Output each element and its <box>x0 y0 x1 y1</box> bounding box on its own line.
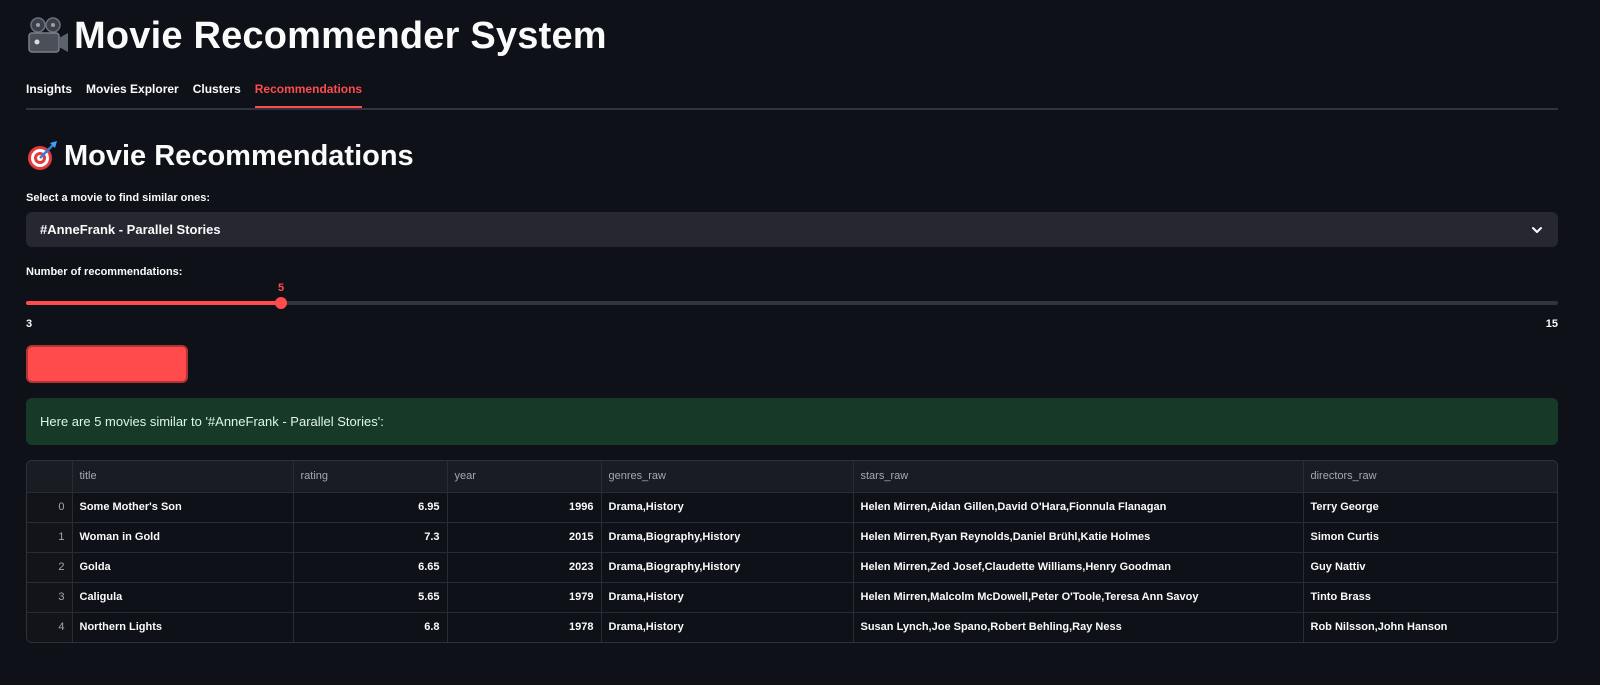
cell-year[interactable]: 1978 <box>447 612 602 642</box>
row-index-cell[interactable]: 0 <box>27 492 73 523</box>
cell-rating[interactable]: 6.8 <box>293 612 448 642</box>
column-header-stars-raw[interactable]: stars_raw <box>853 461 1304 493</box>
cell-title[interactable]: Northern Lights <box>72 612 294 642</box>
table-row[interactable]: 0 Some Mother's Son 6.95 1996 Drama,History H… <box>27 492 1557 523</box>
dart-target-icon <box>28 141 57 170</box>
cell-year[interactable]: 1996 <box>447 492 602 523</box>
cell-directors-raw[interactable]: Rob Nilsson,John Hanson <box>1303 612 1557 642</box>
section-title: Movie Recommendations <box>26 136 414 176</box>
table-row[interactable]: 2 Golda 6.65 2023 Drama,Biography,History Hel… <box>27 552 1557 583</box>
cell-genres-raw[interactable]: Drama,History <box>601 492 854 523</box>
tab-movies-explorer[interactable]: Movies Explorer <box>86 72 179 106</box>
column-header-index[interactable] <box>27 461 73 493</box>
cell-stars-raw[interactable]: Helen Mirren,Malcolm McDowell,Peter O'To… <box>853 582 1304 613</box>
row-index-cell[interactable]: 4 <box>27 612 73 642</box>
table-row[interactable]: 3 Caligula 5.65 1979 Drama,History Helen Mirr… <box>27 582 1557 613</box>
movie-select-value: #AnneFrank - Parallel Stories <box>40 222 221 237</box>
recommend-button[interactable] <box>26 345 188 383</box>
column-header-directors-raw[interactable]: directors_raw <box>1303 461 1557 493</box>
cell-genres-raw[interactable]: Drama,History <box>601 612 854 642</box>
column-header-title[interactable]: title <box>72 461 294 493</box>
slider-fill <box>26 301 281 305</box>
movie-select[interactable]: #AnneFrank - Parallel Stories <box>26 212 1558 247</box>
recommendations-table[interactable]: title rating year genres_raw stars_raw direct… <box>26 460 1558 643</box>
cell-year[interactable]: 1979 <box>447 582 602 613</box>
cell-rating[interactable]: 6.95 <box>293 492 448 523</box>
row-index-cell[interactable]: 2 <box>27 552 73 583</box>
success-message: Here are 5 movies similar to '#AnneFrank… <box>26 398 1558 445</box>
cell-year[interactable]: 2023 <box>447 552 602 583</box>
cell-rating[interactable]: 7.3 <box>293 522 448 553</box>
table-row[interactable]: 1 Woman in Gold 7.3 2015 Drama,Biography,His… <box>27 522 1557 553</box>
cell-directors-raw[interactable]: Guy Nattiv <box>1303 552 1557 583</box>
cell-directors-raw[interactable]: Terry George <box>1303 492 1557 523</box>
column-header-genres-raw[interactable]: genres_raw <box>601 461 854 493</box>
slider-track[interactable] <box>26 301 1558 305</box>
cell-rating[interactable]: 5.65 <box>293 582 448 613</box>
slider-min-label: 3 <box>26 318 33 330</box>
cell-stars-raw[interactable]: Susan Lynch,Joe Spano,Robert Behling,Ray… <box>853 612 1304 642</box>
cell-directors-raw[interactable]: Simon Curtis <box>1303 522 1557 553</box>
tab-recommendations[interactable]: Recommendations <box>254 72 363 108</box>
cell-genres-raw[interactable]: Drama,Biography,History <box>601 552 854 583</box>
success-message-text: Here are 5 movies similar to '#AnneFrank… <box>40 414 384 429</box>
chevron-down-icon <box>1532 226 1542 233</box>
app-title-text: Movie Recommender System <box>74 14 607 57</box>
cell-title[interactable]: Caligula <box>72 582 294 613</box>
tab-bar: Insights Movies Explorer Clusters Recomm… <box>26 72 1558 110</box>
cell-stars-raw[interactable]: Helen Mirren,Aidan Gillen,David O'Hara,F… <box>853 492 1304 523</box>
cell-title[interactable]: Woman in Gold <box>72 522 294 553</box>
cell-directors-raw[interactable]: Tinto Brass <box>1303 582 1557 613</box>
cell-stars-raw[interactable]: Helen Mirren,Ryan Reynolds,Daniel Brühl,… <box>853 522 1304 553</box>
table-body: 0 Some Mother's Son 6.95 1996 Drama,History H… <box>27 492 1557 642</box>
recommendations-slider[interactable]: 5 3 15 <box>26 280 1558 330</box>
cell-title[interactable]: Golda <box>72 552 294 583</box>
cell-genres-raw[interactable]: Drama,History <box>601 582 854 613</box>
table-header-row: title rating year genres_raw stars_raw direct… <box>27 461 1557 493</box>
slider-label: Number of recommendations: <box>26 266 183 278</box>
cell-stars-raw[interactable]: Helen Mirren,Zed Josef,Claudette William… <box>853 552 1304 583</box>
cell-title[interactable]: Some Mother's Son <box>72 492 294 523</box>
app-title: Movie Recommender System <box>26 10 607 62</box>
table-row[interactable]: 4 Northern Lights 6.8 1978 Drama,History Susa… <box>27 612 1557 642</box>
film-camera-icon <box>28 17 68 53</box>
movie-select-label: Select a movie to find similar ones: <box>26 192 210 204</box>
column-header-rating[interactable]: rating <box>293 461 448 493</box>
slider-thumb[interactable] <box>275 297 287 309</box>
cell-rating[interactable]: 6.65 <box>293 552 448 583</box>
slider-current-value: 5 <box>277 282 285 294</box>
tab-clusters[interactable]: Clusters <box>193 72 241 106</box>
recommendations-data-table: title rating year genres_raw stars_raw direct… <box>27 461 1557 642</box>
row-index-cell[interactable]: 3 <box>27 582 73 613</box>
row-index-cell[interactable]: 1 <box>27 522 73 553</box>
slider-max-label: 15 <box>1545 318 1558 330</box>
app-page: Movie Recommender System Insights Movies… <box>0 0 1600 685</box>
tab-insights[interactable]: Insights <box>26 72 72 106</box>
column-header-year[interactable]: year <box>447 461 602 493</box>
cell-genres-raw[interactable]: Drama,Biography,History <box>601 522 854 553</box>
section-title-text: Movie Recommendations <box>64 139 414 172</box>
cell-year[interactable]: 2015 <box>447 522 602 553</box>
